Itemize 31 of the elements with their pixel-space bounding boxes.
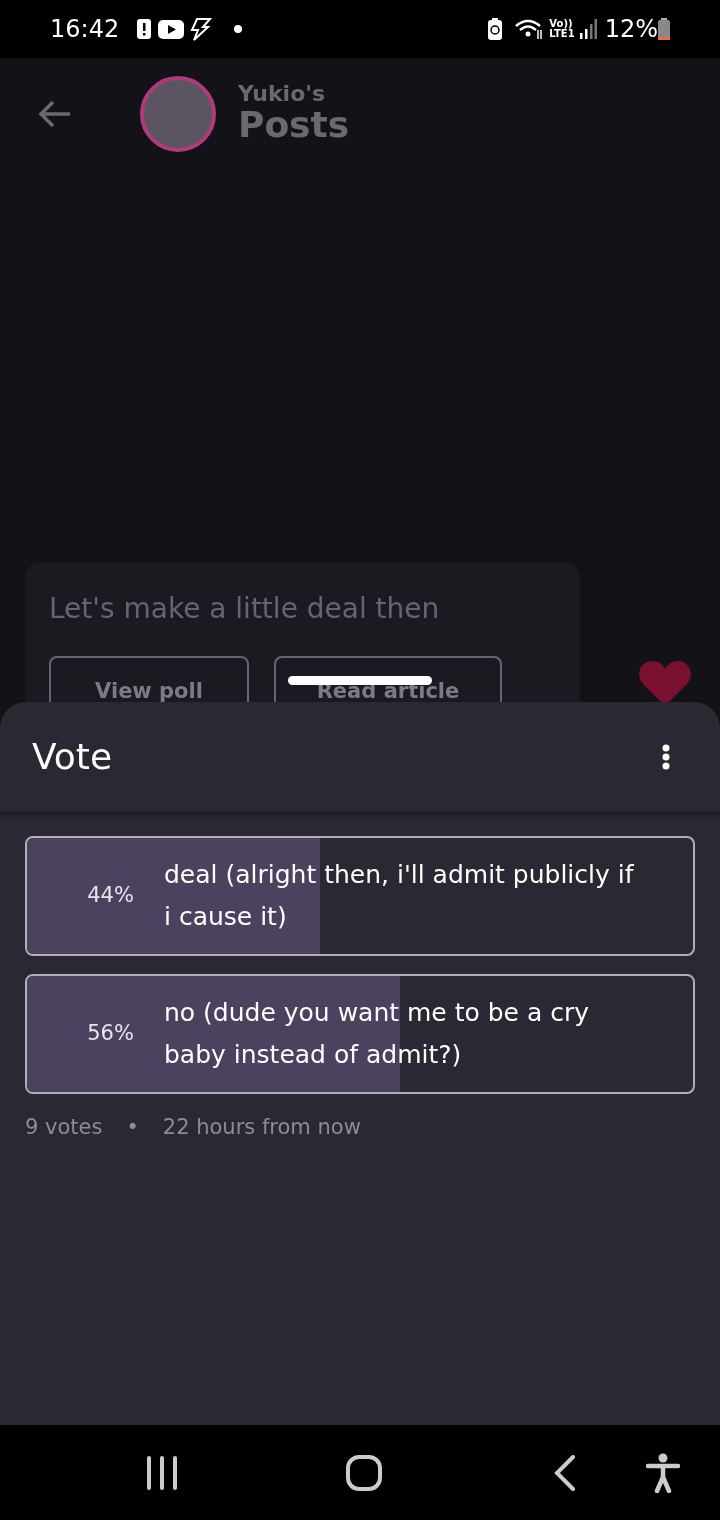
option-text: no (dude you want me to be a cry baby instead of admit?)	[164, 997, 590, 1071]
network-label: LTE1	[549, 29, 575, 39]
header-subtitle: Yukio's	[238, 83, 327, 106]
back-arrow-icon[interactable]	[38, 100, 72, 128]
time-remaining: 22 hours from now	[162, 1114, 361, 1141]
status-time: 16:42	[50, 14, 120, 45]
option-percent: 56%	[86, 1020, 135, 1048]
more-options-icon[interactable]	[662, 744, 670, 770]
network-label: Vo))	[549, 19, 573, 29]
signal-icon	[578, 19, 597, 39]
bolt-icon	[188, 17, 213, 41]
separator-dot: •	[126, 1114, 139, 1141]
dot-icon	[234, 25, 243, 33]
sheet-title: Vote	[32, 735, 113, 779]
wifi-icon	[514, 18, 545, 40]
option-percent: 44%	[86, 882, 135, 910]
vote-count: 9 votes	[25, 1114, 103, 1141]
back-icon[interactable]	[554, 1454, 576, 1491]
post-title: Let's make a little deal then	[49, 591, 441, 627]
home-icon[interactable]	[346, 1454, 382, 1491]
header-title: Posts	[238, 105, 350, 145]
battery-icon	[658, 18, 670, 40]
alert-icon	[137, 19, 152, 39]
poll-option[interactable]: 56% no (dude you want me to be a cry baby instead of admit?)	[25, 974, 695, 1094]
recent-apps-icon[interactable]	[146, 1455, 178, 1490]
battery-saver-icon	[488, 18, 503, 40]
battery-percent: 12%	[604, 14, 658, 45]
option-text: deal (alright then, i'll admit publicly if i cause it)	[164, 859, 634, 933]
accessibility-icon[interactable]	[646, 1452, 680, 1493]
play-icon	[158, 19, 185, 39]
poll-option[interactable]: 44% deal (alright then, i'll admit publicly if i cause it)	[25, 836, 695, 956]
